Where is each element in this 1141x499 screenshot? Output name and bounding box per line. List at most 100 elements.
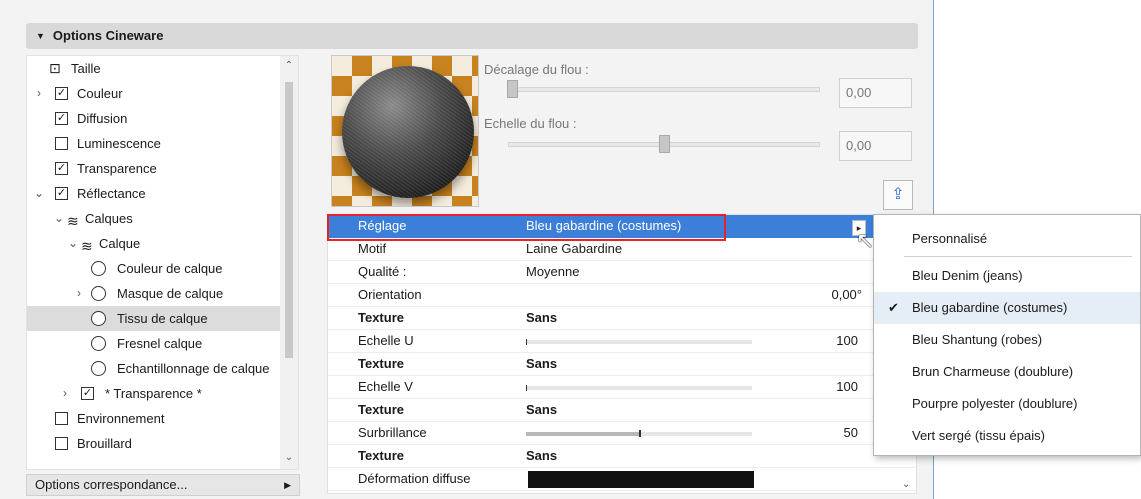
mini-slider-thumb[interactable] xyxy=(639,430,641,437)
checkbox[interactable]: ✓ xyxy=(55,87,68,100)
tree-item-diffusion[interactable]: ✓ Diffusion xyxy=(27,106,280,131)
scrollbar-thumb[interactable] xyxy=(285,82,293,358)
menu-item-bleu-shantung[interactable]: Bleu Shantung (robes) xyxy=(874,324,1140,356)
blur-offset-slider[interactable] xyxy=(507,80,820,98)
tree-item-label: Réflectance xyxy=(77,186,146,201)
prop-key: Texture xyxy=(358,310,404,325)
tree-item-calques[interactable]: ⌄ ≋ Calques xyxy=(27,206,280,231)
scroll-down-icon[interactable]: ⌄ xyxy=(902,479,910,490)
mini-slider-thumb[interactable] xyxy=(526,385,527,391)
mini-slider[interactable] xyxy=(526,386,752,390)
table-row[interactable]: Texture Sans xyxy=(328,445,916,468)
checkbox[interactable]: ✓ xyxy=(55,187,68,200)
tree-item-luminescence[interactable]: Luminescence xyxy=(27,131,280,156)
menu-item-vert-serge[interactable]: Vert sergé (tissu épais) xyxy=(874,420,1140,452)
tree-item-label: Calques xyxy=(85,211,133,226)
options-button-label: Options correspondance... xyxy=(35,477,188,492)
table-row[interactable]: Texture Sans xyxy=(328,307,916,330)
checkbox[interactable]: ✓ xyxy=(81,387,94,400)
export-preset-button[interactable]: ⇪ xyxy=(883,180,913,210)
tree-item-tissu-de-calque[interactable]: Tissu de calque xyxy=(27,306,280,331)
table-row[interactable]: Motif Laine Gabardine xyxy=(328,238,916,261)
prop-number[interactable]: 100 xyxy=(836,330,858,352)
checkbox[interactable] xyxy=(55,412,68,425)
size-icon: ⊡ xyxy=(49,60,61,76)
tree-item-label: Couleur de calque xyxy=(117,261,223,276)
prop-number[interactable]: 50 xyxy=(844,422,858,444)
tree-item-transparence-layer[interactable]: › ✓ * Transparence * xyxy=(27,381,280,406)
tree-item-calque[interactable]: ⌄ ≋ Calque xyxy=(27,231,280,256)
tree-item-reflectance[interactable]: ⌄ ✓ Réflectance xyxy=(27,181,280,206)
arrow-right-icon: ▶ xyxy=(284,480,291,490)
menu-item-label: Bleu gabardine (costumes) xyxy=(912,300,1068,315)
tree-item-label: Diffusion xyxy=(77,111,128,126)
checkbox[interactable] xyxy=(55,437,68,450)
menu-item-brun-charmeuse[interactable]: Brun Charmeuse (doublure) xyxy=(874,356,1140,388)
tree-item-label: Couleur xyxy=(77,86,123,101)
radio-icon xyxy=(91,286,106,301)
menu-item-personnalise[interactable]: Personnalisé xyxy=(874,223,1140,255)
tree-item-label: Echantillonnage de calque xyxy=(117,361,270,376)
table-row[interactable]: Déformation diffuse xyxy=(328,468,916,491)
mouse-cursor-icon: ↖ xyxy=(856,228,875,253)
collapse-arrow-icon[interactable]: ⌄ xyxy=(33,181,45,206)
preview-sphere xyxy=(342,66,474,198)
table-row[interactable]: Réglage Bleu gabardine (costumes) xyxy=(328,215,916,238)
collapse-arrow-icon[interactable]: ⌄ xyxy=(53,206,65,231)
blur-offset-field[interactable]: 0,00 xyxy=(839,78,912,108)
checkbox[interactable]: ✓ xyxy=(55,112,68,125)
blur-offset-thumb[interactable] xyxy=(507,80,518,98)
prop-key: Réglage xyxy=(358,218,407,233)
table-row[interactable]: Surbrillance 50 xyxy=(328,422,916,445)
checkbox[interactable] xyxy=(55,137,68,150)
mini-slider[interactable] xyxy=(526,340,752,344)
table-row[interactable]: Orientation 0,00° xyxy=(328,284,916,307)
tree-item-couleur-de-calque[interactable]: Couleur de calque xyxy=(27,256,280,281)
tree-item-brouillard[interactable]: Brouillard xyxy=(27,431,280,456)
menu-item-pourpre-polyester[interactable]: Pourpre polyester (doublure) xyxy=(874,388,1140,420)
tree-item-label: Transparence xyxy=(77,161,157,176)
expand-arrow-icon[interactable]: › xyxy=(73,281,85,306)
tree-item-environnement[interactable]: Environnement xyxy=(27,406,280,431)
menu-item-label: Bleu Denim (jeans) xyxy=(912,268,1023,283)
prop-value: Bleu gabardine (costumes) xyxy=(526,218,682,233)
tree-item-fresnel-calque[interactable]: Fresnel calque xyxy=(27,331,280,356)
tree-item-label: Fresnel calque xyxy=(117,336,203,351)
tree-item-label: Masque de calque xyxy=(117,286,224,301)
menu-item-bleu-denim[interactable]: Bleu Denim (jeans) xyxy=(874,260,1140,292)
tree-item-echantillonnage[interactable]: Echantillonnage de calque xyxy=(27,356,280,381)
scroll-up-icon[interactable]: ⌃ xyxy=(280,60,298,71)
table-row[interactable]: Qualité : Moyenne xyxy=(328,261,916,284)
section-header[interactable]: ▼ Options Cineware xyxy=(26,23,918,49)
blur-scale-slider[interactable] xyxy=(508,135,820,153)
expand-arrow-icon[interactable]: › xyxy=(59,381,71,406)
prop-number[interactable]: 100 xyxy=(836,376,858,398)
material-preview xyxy=(331,55,479,207)
prop-number[interactable]: 0,00° xyxy=(831,284,862,306)
tree-scrollbar[interactable]: ⌃ ⌄ xyxy=(280,56,298,469)
radio-icon xyxy=(91,311,106,326)
blur-scale-label: Echelle du flou : xyxy=(484,116,577,131)
tree-item-taille[interactable]: ⊡ Taille xyxy=(27,56,280,81)
blur-scale-field[interactable]: 0,00 xyxy=(839,131,912,161)
tree-item-masque-de-calque[interactable]: › Masque de calque xyxy=(27,281,280,306)
menu-item-bleu-gabardine[interactable]: ✔ Bleu gabardine (costumes) xyxy=(874,292,1140,324)
table-row[interactable]: Texture Sans xyxy=(328,399,916,422)
prop-key: Texture xyxy=(358,402,404,417)
collapse-triangle-icon[interactable]: ▼ xyxy=(36,23,45,49)
tree-item-transparence[interactable]: ✓ Transparence xyxy=(27,156,280,181)
color-swatch[interactable] xyxy=(528,471,754,488)
scroll-down-icon[interactable]: ⌄ xyxy=(280,452,298,463)
blur-scale-thumb[interactable] xyxy=(659,135,670,153)
checkbox[interactable]: ✓ xyxy=(55,162,68,175)
collapse-arrow-icon[interactable]: ⌄ xyxy=(67,231,79,256)
options-correspondance-button[interactable]: Options correspondance... ▶ xyxy=(26,474,300,496)
expand-arrow-icon[interactable]: › xyxy=(33,81,45,106)
tree-item-label: * Transparence * xyxy=(105,386,202,401)
prop-value: Sans xyxy=(526,448,558,463)
table-row[interactable]: Echelle V 100 xyxy=(328,376,916,399)
mini-slider-thumb[interactable] xyxy=(526,339,527,345)
tree-item-couleur[interactable]: › ✓ Couleur xyxy=(27,81,280,106)
table-row[interactable]: Texture Sans xyxy=(328,353,916,376)
table-row[interactable]: Echelle U 100 xyxy=(328,330,916,353)
